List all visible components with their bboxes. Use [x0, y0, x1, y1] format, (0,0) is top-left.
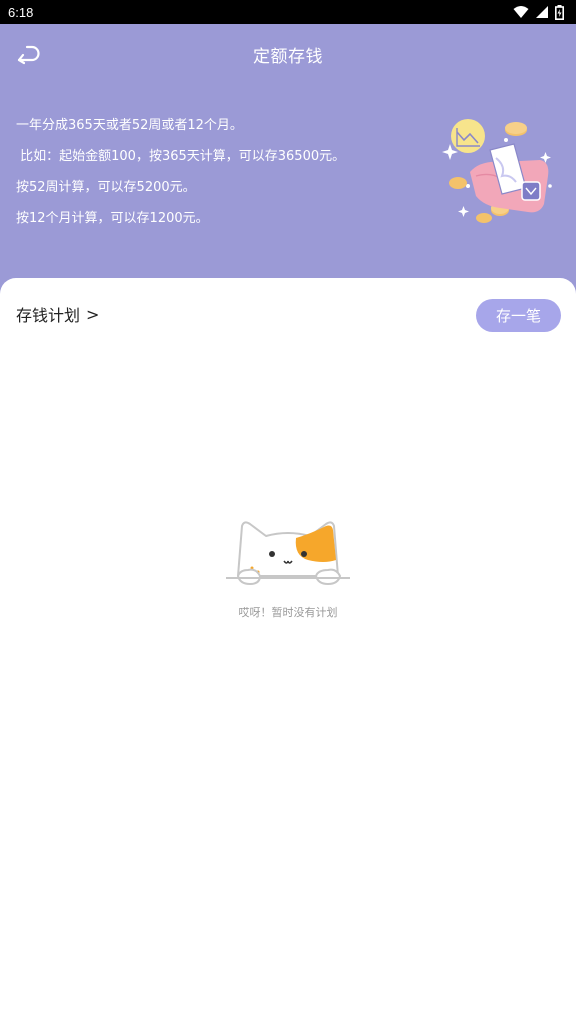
wifi-icon	[513, 6, 529, 18]
status-bar: 6:18	[0, 0, 576, 24]
save-once-button[interactable]: 存一笔	[476, 299, 561, 332]
plan-title: 存钱计划	[16, 306, 81, 325]
chevron-right-icon: >	[86, 304, 100, 324]
description-line: 按52周计算，可以存5200元。	[16, 180, 196, 195]
money-hand-illustration-icon	[442, 119, 552, 223]
signal-icon	[536, 6, 548, 18]
header-banner: 定额存钱 一年分成365天或者52周或者12个月。 比如：起始金额100，按36…	[0, 24, 576, 314]
status-icons	[513, 4, 564, 20]
description-line: 按12个月计算，可以存1200元。	[16, 211, 209, 226]
description-line: 一年分成365天或者52周或者12个月。	[16, 118, 243, 133]
empty-state-message: 哎呀！暂时没有计划	[238, 606, 338, 619]
battery-icon	[555, 4, 564, 20]
plan-card: 存钱计划 > 存一笔 哎呀！暂时没有计划	[0, 278, 576, 1024]
status-time: 6:18	[8, 4, 34, 20]
savings-plan-link[interactable]: 存钱计划 >	[16, 302, 99, 326]
description-line: 比如：起始金额100，按365天计算，可以存36500元。	[16, 149, 346, 164]
description: 一年分成365天或者52周或者12个月。 比如：起始金额100，按365天计算，…	[16, 110, 416, 234]
page-title: 定额存钱	[253, 47, 323, 67]
